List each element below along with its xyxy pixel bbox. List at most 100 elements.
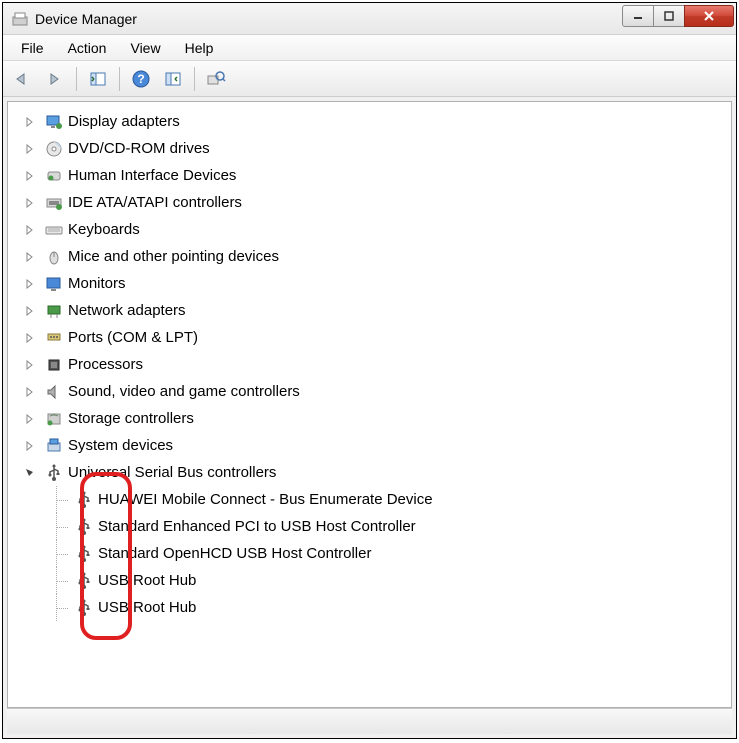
dvd-icon (44, 139, 64, 159)
tree-node-label: Storage controllers (68, 410, 194, 427)
ports-icon (44, 328, 64, 348)
device-manager-window: Device Manager File Action View Help ? D… (2, 2, 737, 739)
tree-node[interactable]: USB Root Hub (74, 567, 731, 594)
ide-icon (44, 193, 64, 213)
expand-icon[interactable] (24, 224, 36, 236)
expand-icon[interactable] (24, 305, 36, 317)
content-area: Display adapters DVD/CD-ROM drives Human I… (3, 97, 736, 738)
hid-icon (44, 166, 64, 186)
status-bar (7, 708, 732, 734)
tree-node[interactable]: USB Root Hub (74, 594, 731, 621)
toolbar-separator (76, 67, 77, 91)
tree-node-label: Network adapters (68, 302, 186, 319)
keyboard-icon (44, 220, 64, 240)
usb-icon (74, 517, 94, 537)
toolbar-separator (194, 67, 195, 91)
tree-node-label: USB Root Hub (98, 599, 196, 616)
forward-button[interactable] (41, 65, 69, 93)
tree-node-label: Ports (COM & LPT) (68, 329, 198, 346)
expand-icon[interactable] (24, 197, 36, 209)
expand-icon[interactable] (24, 278, 36, 290)
expand-icon[interactable] (24, 359, 36, 371)
tree-node[interactable]: Processors (44, 351, 731, 378)
expand-icon[interactable] (24, 116, 36, 128)
menubar: File Action View Help (3, 35, 736, 61)
tree-node-label: Monitors (68, 275, 126, 292)
tree-node-label: DVD/CD-ROM drives (68, 140, 210, 157)
tree-node[interactable]: Keyboards (44, 216, 731, 243)
tree-node-label: Standard OpenHCD USB Host Controller (98, 545, 371, 562)
tree-node-label: HUAWEI Mobile Connect - Bus Enumerate De… (98, 491, 433, 508)
display-icon (44, 112, 64, 132)
scan-hardware-button[interactable] (202, 65, 230, 93)
tree-node[interactable]: Sound, video and game controllers (44, 378, 731, 405)
tree-node-label: Processors (68, 356, 143, 373)
tree-node-label: Mice and other pointing devices (68, 248, 279, 265)
show-hide-tree-button[interactable] (84, 65, 112, 93)
tree-node-label: Human Interface Devices (68, 167, 236, 184)
tree-node[interactable]: Monitors (44, 270, 731, 297)
tree-node[interactable]: Ports (COM & LPT) (44, 324, 731, 351)
close-button[interactable] (684, 5, 734, 27)
menu-action[interactable]: Action (56, 37, 119, 59)
svg-text:?: ? (137, 72, 144, 86)
device-tree: Display adapters DVD/CD-ROM drives Human I… (8, 108, 731, 621)
system-icon (44, 436, 64, 456)
expand-icon[interactable] (24, 440, 36, 452)
tree-node-label: Standard Enhanced PCI to USB Host Contro… (98, 518, 416, 535)
tree-node[interactable]: Storage controllers (44, 405, 731, 432)
tree-node[interactable]: Display adapters (44, 108, 731, 135)
usb-icon (74, 544, 94, 564)
window-title: Device Manager (35, 11, 623, 27)
app-icon (11, 10, 29, 28)
tree-node-label: USB Root Hub (98, 572, 196, 589)
expand-icon[interactable] (24, 413, 36, 425)
collapse-icon[interactable] (24, 467, 36, 479)
maximize-button[interactable] (653, 5, 685, 27)
tree-node[interactable]: IDE ATA/ATAPI controllers (44, 189, 731, 216)
sound-icon (44, 382, 64, 402)
monitor-icon (44, 274, 64, 294)
menu-help[interactable]: Help (173, 37, 226, 59)
expand-icon[interactable] (24, 251, 36, 263)
tree-children: HUAWEI Mobile Connect - Bus Enumerate De… (44, 486, 731, 621)
tree-node[interactable]: Human Interface Devices (44, 162, 731, 189)
tree-node[interactable]: Standard Enhanced PCI to USB Host Contro… (74, 513, 731, 540)
back-button[interactable] (9, 65, 37, 93)
mouse-icon (44, 247, 64, 267)
expand-icon[interactable] (24, 170, 36, 182)
tree-node[interactable]: System devices (44, 432, 731, 459)
toolbar-separator (119, 67, 120, 91)
network-icon (44, 301, 64, 321)
tree-node-label: Sound, video and game controllers (68, 383, 300, 400)
tree-node-label: Keyboards (68, 221, 140, 238)
tree-node[interactable]: Universal Serial Bus controllers (44, 459, 731, 486)
expand-icon[interactable] (24, 143, 36, 155)
usb-icon (74, 490, 94, 510)
tree-node-label: System devices (68, 437, 173, 454)
tree-node[interactable]: Mice and other pointing devices (44, 243, 731, 270)
titlebar[interactable]: Device Manager (3, 3, 736, 35)
tree-node-label: IDE ATA/ATAPI controllers (68, 194, 242, 211)
action-button[interactable] (159, 65, 187, 93)
window-controls (623, 5, 734, 27)
tree-panel[interactable]: Display adapters DVD/CD-ROM drives Human I… (7, 101, 732, 708)
minimize-button[interactable] (622, 5, 654, 27)
usb-icon (44, 463, 64, 483)
tree-node-label: Universal Serial Bus controllers (68, 464, 276, 481)
tree-node[interactable]: DVD/CD-ROM drives (44, 135, 731, 162)
menu-file[interactable]: File (9, 37, 56, 59)
tree-node[interactable]: HUAWEI Mobile Connect - Bus Enumerate De… (74, 486, 731, 513)
usb-icon (74, 571, 94, 591)
tree-node-label: Display adapters (68, 113, 180, 130)
storage-icon (44, 409, 64, 429)
toolbar: ? (3, 61, 736, 97)
tree-node[interactable]: Standard OpenHCD USB Host Controller (74, 540, 731, 567)
cpu-icon (44, 355, 64, 375)
menu-view[interactable]: View (118, 37, 172, 59)
expand-icon[interactable] (24, 332, 36, 344)
help-button[interactable]: ? (127, 65, 155, 93)
tree-node[interactable]: Network adapters (44, 297, 731, 324)
usb-icon (74, 598, 94, 618)
expand-icon[interactable] (24, 386, 36, 398)
